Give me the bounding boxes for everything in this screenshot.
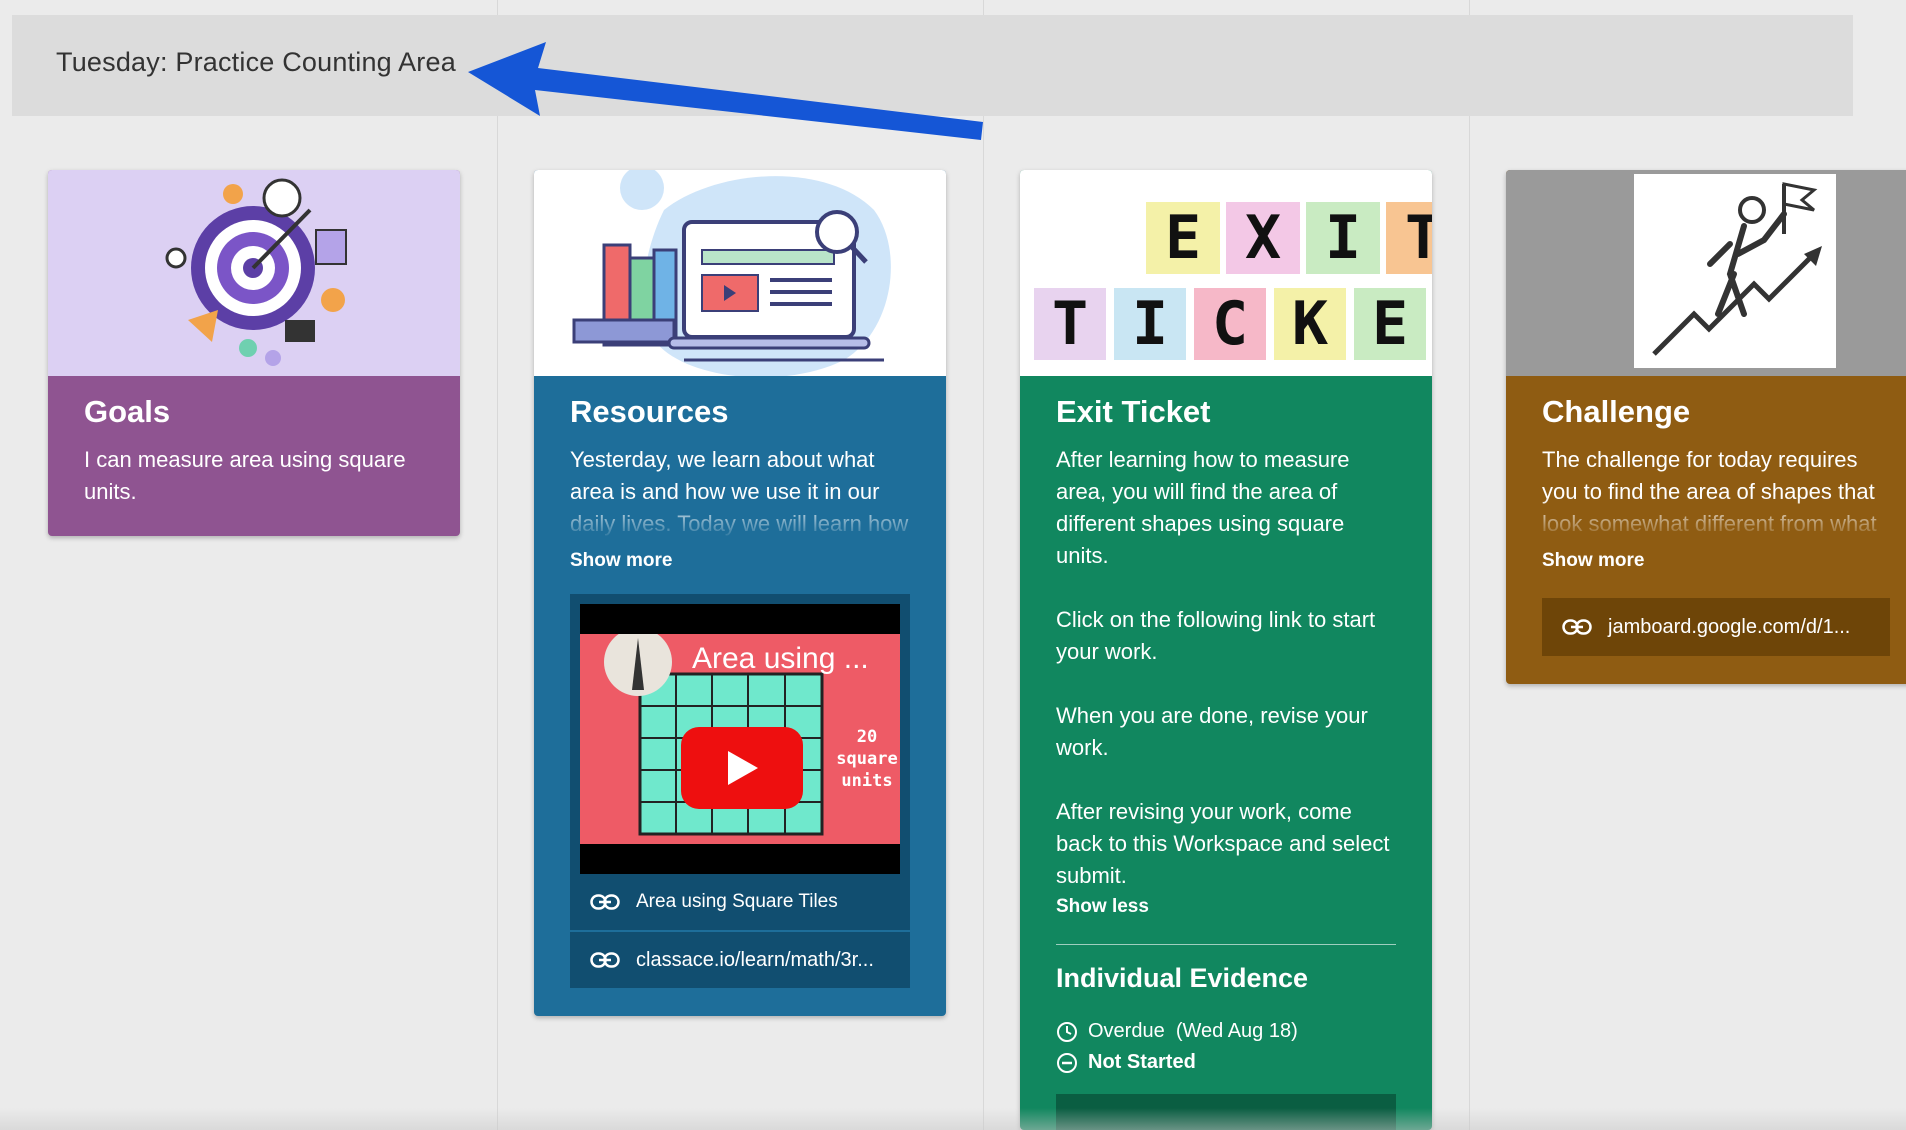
- resources-video-embed[interactable]: Area using ... 20 square units Area usin…: [570, 594, 910, 988]
- video-player[interactable]: Area using ... 20 square units: [580, 604, 900, 874]
- challenge-title: Challenge: [1542, 394, 1691, 429]
- resource-link-video[interactable]: Area using Square Tiles: [570, 874, 910, 932]
- challenge-text: The challenge for today requires you to …: [1542, 447, 1877, 536]
- video-caption: units: [841, 771, 893, 791]
- exit-ticket-paragraph: After learning how to measure area, you …: [1056, 447, 1350, 568]
- letter-tile: X: [1226, 202, 1300, 274]
- status-row: Not Started: [1056, 1051, 1396, 1074]
- challenge-show-more-link[interactable]: Show more: [1542, 550, 1890, 572]
- exit-ticket-paragraph: When you are done, revise your work.: [1056, 703, 1368, 760]
- challenge-card[interactable]: Challenge The challenge for today requir…: [1506, 170, 1906, 684]
- exit-ticket-paragraph: Click on the following link to start you…: [1056, 607, 1376, 664]
- exit-ticket-show-less-link[interactable]: Show less: [1056, 896, 1396, 918]
- exit-ticket-paragraph: After revising your work, come back to t…: [1056, 799, 1390, 888]
- resources-show-more-link[interactable]: Show more: [570, 550, 910, 572]
- due-date-text: Overdue (Wed Aug 18): [1088, 1020, 1298, 1042]
- individual-evidence-title: Individual Evidence: [1056, 963, 1309, 993]
- not-started-icon: [1057, 1052, 1077, 1073]
- video-caption: square: [836, 749, 898, 769]
- letter-tile: T: [1386, 202, 1432, 274]
- resource-link-label[interactable]: Area using Square Tiles: [636, 891, 838, 913]
- resources-title: Resources: [570, 394, 729, 429]
- link-icon: [590, 952, 620, 968]
- bottom-shadow: [0, 1108, 1906, 1130]
- divider: [1056, 944, 1396, 945]
- letter-tile: C: [1194, 288, 1266, 360]
- video-caption: 20: [856, 727, 878, 747]
- link-icon: [590, 894, 620, 910]
- challenge-link-label[interactable]: jamboard.google.com/d/1...: [1608, 616, 1850, 639]
- letter-tile: E: [1146, 202, 1220, 274]
- letter-tile: I: [1306, 202, 1380, 274]
- challenge-link-jamboard[interactable]: jamboard.google.com/d/1...: [1542, 598, 1890, 656]
- resources-image: [534, 170, 946, 376]
- goals-image: [48, 170, 460, 376]
- resources-text: Yesterday, we learn about what area is a…: [570, 447, 909, 536]
- exit-ticket-title: Exit Ticket: [1056, 394, 1211, 429]
- resource-link-label[interactable]: classace.io/learn/math/3r...: [636, 949, 874, 972]
- status-text: Not Started: [1088, 1051, 1196, 1073]
- goals-title: Goals: [84, 394, 171, 429]
- due-date-row: Overdue (Wed Aug 18): [1056, 1020, 1396, 1043]
- video-title: Area using ...: [692, 642, 869, 675]
- video-thumbnail: Area using ... 20 square units: [580, 634, 900, 844]
- letter-tile: K: [1274, 288, 1346, 360]
- goals-text: I can measure area using square units.: [84, 447, 406, 504]
- resources-card[interactable]: Resources Yesterday, we learn about what…: [534, 170, 946, 1016]
- exit-ticket-card[interactable]: E X I T T I C K E Exit Ticket After lear…: [1020, 170, 1432, 1130]
- letter-tile: E: [1354, 288, 1426, 360]
- link-icon: [1562, 619, 1592, 635]
- challenge-image: [1506, 170, 1906, 376]
- exit-ticket-image: E X I T T I C K E: [1020, 170, 1432, 376]
- goals-card[interactable]: Goals I can measure area using square un…: [48, 170, 460, 536]
- letter-tile: I: [1114, 288, 1186, 360]
- resource-link-classace[interactable]: classace.io/learn/math/3r...: [570, 932, 910, 988]
- clock-icon: [1057, 1021, 1077, 1042]
- letter-tile: T: [1034, 288, 1106, 360]
